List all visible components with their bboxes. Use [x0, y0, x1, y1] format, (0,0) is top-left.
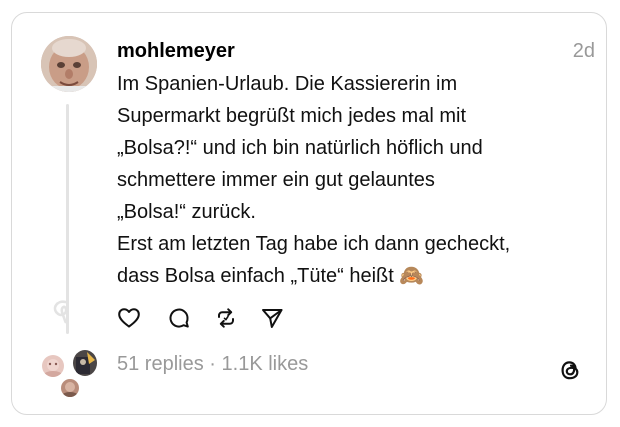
post-text-line: Im Spanien-Urlaub. Die Kassiererin im — [117, 73, 458, 95]
post-text-line: schmettere immer ein gut gelauntes — [117, 169, 435, 191]
post-timestamp[interactable]: 2d — [573, 37, 595, 65]
share-button[interactable] — [259, 305, 285, 331]
repost-icon — [218, 308, 234, 328]
post-text-line: „Bolsa?!“ und ich bin natürlich höflich … — [117, 137, 483, 159]
comment-icon — [169, 308, 189, 328]
threads-logo-icon[interactable] — [556, 356, 584, 384]
post-text: Im Spanien-Urlaub. Die Kassiererin im Su… — [117, 68, 582, 292]
likes-count[interactable]: 1.1K likes — [222, 353, 309, 375]
replier-avatars[interactable] — [40, 348, 100, 400]
replier-avatar — [40, 353, 66, 379]
avatar-image — [41, 36, 97, 92]
replier-avatar — [71, 348, 99, 378]
like-button[interactable] — [116, 305, 142, 331]
post-text-line: „Bolsa!“ zurück. — [117, 201, 256, 223]
repost-button[interactable] — [213, 305, 239, 331]
post-text-line: Supermarkt begrüßt mich jedes mal mit — [117, 105, 467, 127]
post-stats: 51 replies · 1.1K likes — [117, 350, 308, 378]
thread-loop-icon — [53, 300, 68, 324]
replies-count[interactable]: 51 replies — [117, 353, 204, 375]
author-avatar[interactable] — [41, 36, 97, 92]
post-text-line: Erst am letzten Tag habe ich dann gechec… — [117, 233, 511, 255]
replier-avatar — [59, 377, 81, 399]
reply-button[interactable] — [166, 305, 192, 331]
heart-icon — [118, 308, 140, 328]
stats-separator: · — [209, 353, 216, 375]
post-text-line: dass Bolsa einfach „Tüte“ heißt 🙈 — [117, 265, 425, 287]
author-username[interactable]: mohlemeyer — [117, 37, 235, 65]
send-icon — [262, 309, 283, 328]
